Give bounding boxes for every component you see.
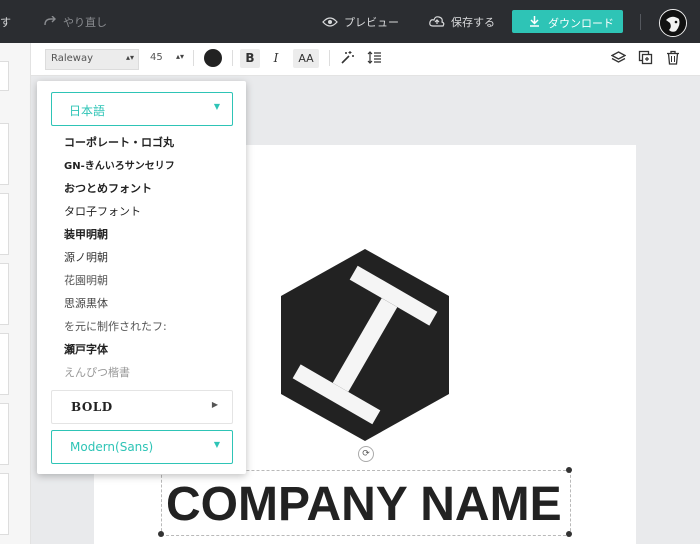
save-label: 保存する: [451, 16, 495, 29]
font-option[interactable]: GN-きんいろサンセリフ: [64, 157, 175, 172]
font-family-value: Raleway: [51, 53, 94, 64]
avatar-image: [660, 10, 686, 36]
font-option[interactable]: おつとめフォント: [64, 180, 152, 196]
font-option[interactable]: 装甲明朝: [64, 226, 108, 242]
updown-arrows-icon: ▴▾: [176, 52, 185, 61]
sidebar-tile[interactable]: [0, 403, 9, 465]
redo-label: やり直し: [63, 16, 107, 29]
caret-down-icon: ▼: [213, 440, 220, 449]
download-label: ダウンロード: [548, 17, 614, 30]
font-size-select[interactable]: 45 ▴▾: [146, 49, 186, 68]
line-spacing-button[interactable]: [367, 50, 382, 69]
left-sidebar: [0, 43, 31, 544]
bold-button[interactable]: B: [240, 49, 260, 68]
effects-button[interactable]: [340, 50, 355, 69]
hexagon-logo[interactable]: [279, 248, 451, 442]
divider: [640, 14, 641, 30]
updown-arrows-icon: ▴▾: [125, 53, 134, 62]
language-value: 日本語: [69, 104, 106, 118]
resize-handle[interactable]: [566, 467, 572, 473]
avatar[interactable]: [659, 9, 687, 37]
top-bar: す やり直し プレビュー 保存する ダウンロード: [0, 0, 700, 43]
font-option[interactable]: 源ノ明朝: [64, 249, 108, 265]
sidebar-tile[interactable]: [0, 333, 9, 395]
italic-button[interactable]: I: [266, 49, 286, 68]
company-name-text[interactable]: COMPANY NAME: [166, 477, 568, 532]
font-option[interactable]: コーポレート・ロゴ丸: [64, 134, 174, 150]
download-icon: [530, 16, 539, 27]
resize-handle[interactable]: [158, 531, 164, 537]
sidebar-tile[interactable]: [0, 263, 9, 325]
redo-icon: [44, 15, 56, 26]
toolbar-divider: [193, 50, 194, 66]
layers-icon: [610, 51, 627, 63]
duplicate-button[interactable]: [638, 50, 653, 69]
font-option[interactable]: えんぴつ楷書: [64, 364, 130, 380]
font-option[interactable]: 瀬戸字体: [64, 341, 108, 357]
font-option[interactable]: を元に制作されたフ:: [64, 318, 167, 334]
caret-down-icon: ▼: [213, 102, 220, 111]
download-button[interactable]: ダウンロード: [512, 10, 623, 33]
sidebar-tile[interactable]: [0, 473, 9, 535]
caret-right-icon: ▶: [211, 400, 218, 409]
undo-label-fragment[interactable]: す: [0, 14, 11, 30]
layers-button[interactable]: [610, 50, 627, 69]
text-color-swatch[interactable]: [204, 49, 222, 67]
cloud-upload-icon: [429, 16, 445, 27]
preview-label: プレビュー: [344, 16, 399, 29]
trash-icon: [667, 50, 679, 65]
font-category-bold[interactable]: BOLD ▶: [51, 390, 233, 424]
toolbar-divider: [232, 50, 233, 66]
duplicate-icon: [638, 50, 653, 65]
font-option[interactable]: 花園明朝: [64, 272, 108, 288]
language-select[interactable]: 日本語 ▼: [51, 92, 233, 126]
toolbar-divider: [329, 50, 330, 66]
line-spacing-icon: [367, 51, 381, 64]
preview-button[interactable]: プレビュー: [322, 14, 399, 30]
text-case-button[interactable]: AA: [293, 49, 319, 68]
font-family-select[interactable]: Raleway ▴▾: [45, 49, 139, 70]
font-style-select[interactable]: Modern(Sans) ▼: [51, 430, 233, 464]
eye-icon: [322, 17, 338, 27]
sidebar-tile[interactable]: [0, 123, 9, 185]
rotate-handle[interactable]: ⟳: [358, 446, 374, 462]
sidebar-tile[interactable]: [0, 61, 9, 91]
font-style-value: Modern(Sans): [70, 440, 154, 454]
redo-button[interactable]: やり直し: [43, 14, 107, 30]
save-button[interactable]: 保存する: [429, 14, 495, 30]
font-size-value: 45: [150, 52, 163, 63]
delete-button[interactable]: [666, 50, 680, 69]
font-option[interactable]: タロ子フォント: [64, 203, 141, 219]
category-label: BOLD: [71, 400, 113, 414]
sidebar-tile[interactable]: [0, 193, 9, 255]
font-option[interactable]: 思源黒体: [64, 295, 108, 311]
magic-wand-icon: [341, 51, 354, 64]
